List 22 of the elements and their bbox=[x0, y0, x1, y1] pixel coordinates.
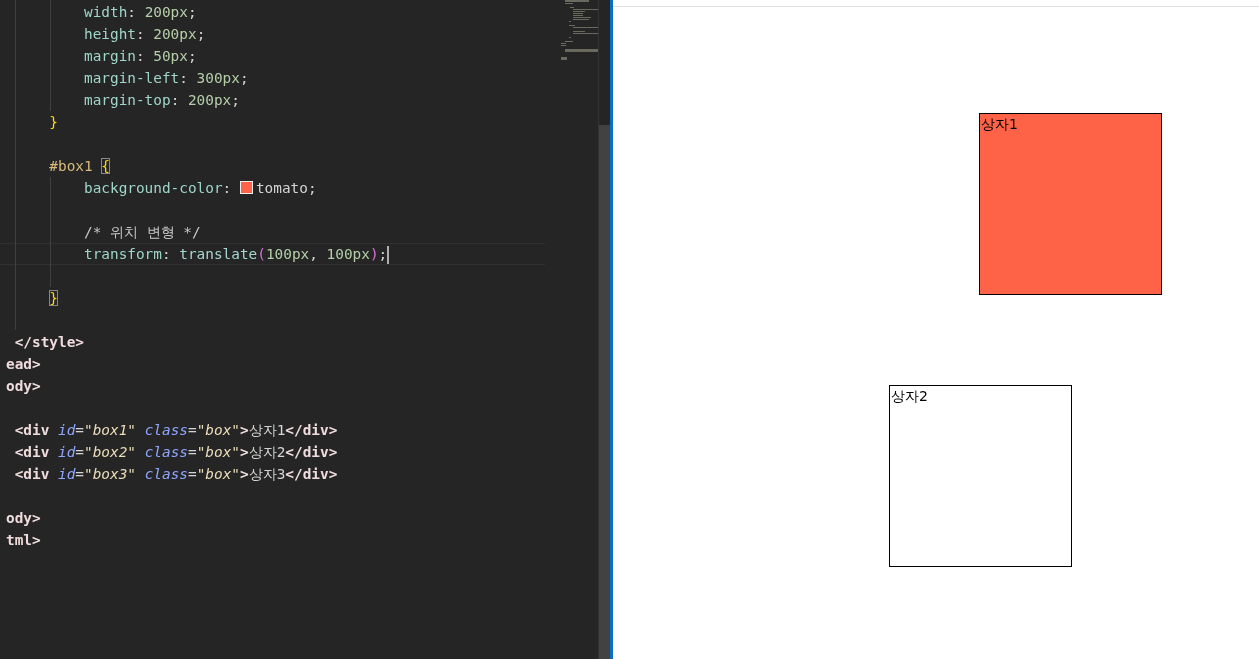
code-line: margin-top: 200px; bbox=[82, 92, 240, 108]
code-line: <div id="box3" class="box">상자3</div> bbox=[13, 466, 338, 482]
code-line: <div id="box2" class="box">상자2</div> bbox=[13, 444, 338, 460]
code-line: ody> bbox=[6, 378, 41, 394]
code-line: } bbox=[48, 290, 58, 306]
code-line: margin-left: 300px; bbox=[82, 70, 249, 86]
code-line: </style> bbox=[13, 334, 84, 350]
scrollbar-thumb[interactable] bbox=[598, 125, 610, 659]
code-line: transform: translate(100px, 100px); bbox=[6, 246, 390, 262]
code-line: <div id="box1" class="box">상자1</div> bbox=[13, 422, 338, 438]
code-line: /* 위치 변형 */ bbox=[82, 224, 201, 240]
code-line: ead> bbox=[6, 356, 41, 372]
code-line: #box1 { bbox=[48, 158, 110, 174]
box-label: 상자1 bbox=[979, 113, 1162, 295]
code-line: width: 200px; bbox=[82, 4, 197, 20]
code-line: height: 200px; bbox=[82, 26, 206, 42]
code-line: } bbox=[48, 114, 58, 130]
code-line: margin: 50px; bbox=[82, 48, 197, 64]
code-line: background-color: tomato; bbox=[82, 180, 317, 196]
code-line: tml> bbox=[6, 532, 41, 548]
box-label: 상자2 bbox=[889, 385, 1072, 567]
code-line: ody> bbox=[6, 510, 41, 526]
